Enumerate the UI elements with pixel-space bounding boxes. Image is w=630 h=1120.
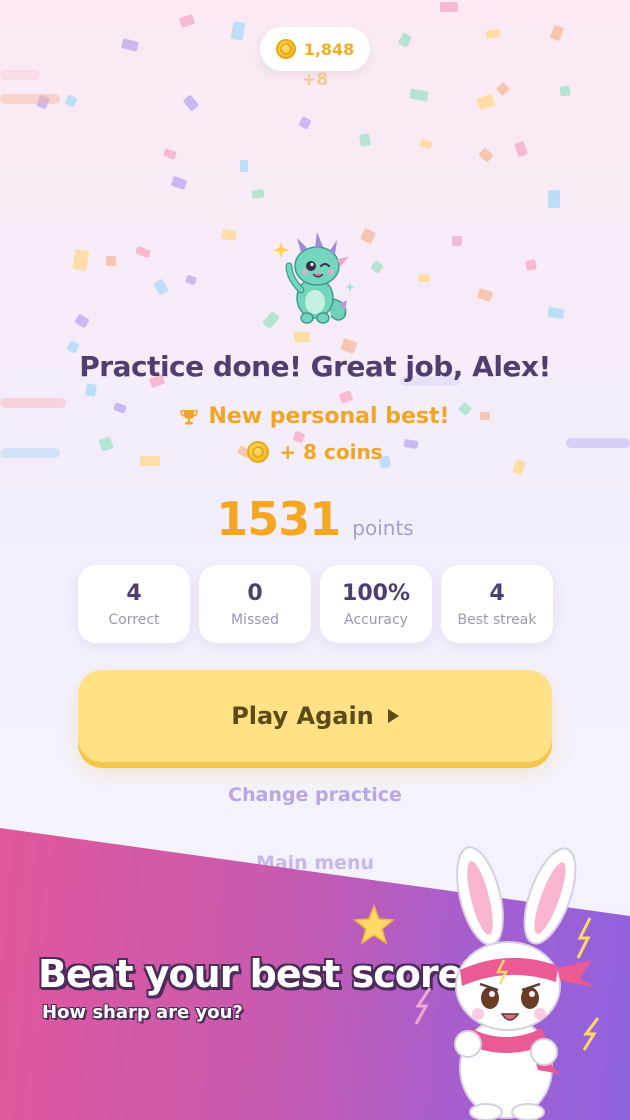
- confetti-piece: [182, 94, 200, 112]
- confetti-piece: [525, 259, 537, 271]
- confetti-piece: [547, 306, 565, 320]
- confetti-piece: [476, 287, 494, 303]
- stat-label: Best streak: [457, 611, 537, 628]
- confetti-piece: [64, 94, 78, 108]
- confetti-piece: [409, 88, 429, 102]
- bunny-mascot-image: [410, 838, 620, 1120]
- confetti-piece: [338, 390, 354, 404]
- confetti-piece: [549, 24, 565, 42]
- play-again-label: Play Again: [231, 702, 374, 730]
- confetti-piece: [359, 133, 371, 147]
- stat-card-best-streak: 4 Best streak: [441, 565, 553, 643]
- coin-icon: [247, 441, 270, 463]
- confetti-piece: [135, 245, 151, 259]
- confetti-piece: [120, 38, 140, 52]
- confetti-piece: [559, 85, 571, 97]
- confetti-piece: [184, 274, 198, 286]
- speed-streak: [0, 70, 40, 80]
- confetti-piece: [170, 175, 188, 191]
- confetti-piece: [478, 147, 494, 163]
- stat-value: 0: [247, 580, 263, 606]
- stat-value: 4: [126, 580, 142, 606]
- confetti-piece: [513, 140, 529, 158]
- confetti-piece: [230, 21, 246, 41]
- confetti-piece: [178, 13, 196, 29]
- confetti-piece: [397, 32, 413, 48]
- confetti-piece: [221, 228, 237, 242]
- confetti-piece: [162, 148, 178, 160]
- confetti-piece: [72, 248, 90, 272]
- confetti-piece: [452, 236, 462, 246]
- personal-best-label: New personal best!: [208, 404, 450, 429]
- confetti-piece: [240, 160, 248, 172]
- coin-icon: [275, 39, 296, 59]
- play-arrow-icon: [387, 709, 399, 723]
- confetti-piece: [298, 116, 312, 130]
- confetti-piece: [106, 256, 116, 266]
- points-label: points: [352, 516, 414, 540]
- banner-subtitle: How sharp are you?: [42, 1002, 243, 1023]
- confetti-piece: [440, 2, 458, 12]
- confetti-piece: [418, 274, 430, 282]
- star-icon: [352, 903, 396, 947]
- personal-best-row: New personal best!: [0, 404, 630, 429]
- coin-gain-label: +8: [301, 70, 329, 90]
- dragon-mascot-image: [265, 220, 365, 330]
- confetti-piece: [153, 278, 169, 296]
- speed-streak: [0, 94, 60, 104]
- stat-value: 100%: [342, 580, 410, 606]
- stat-label: Missed: [230, 611, 280, 628]
- confetti-piece: [36, 94, 50, 110]
- confetti-piece: [418, 138, 434, 150]
- trophy-icon: [180, 408, 199, 426]
- stat-label: Correct: [108, 611, 160, 628]
- stat-label: Accuracy: [344, 611, 408, 628]
- change-practice-link[interactable]: Change practice: [0, 784, 630, 806]
- points-display: 1531 points: [0, 492, 630, 546]
- confetti-piece: [548, 190, 560, 208]
- confetti-piece: [251, 189, 265, 199]
- stat-value: 4: [489, 580, 505, 606]
- play-again-button[interactable]: Play Again: [78, 670, 552, 762]
- confetti-piece: [369, 259, 385, 275]
- result-title: Practice done! Great job, Alex!: [79, 350, 551, 383]
- stats-row: 4 Correct 0 Missed 100% Accuracy 4 Best …: [78, 565, 553, 643]
- confetti-piece: [74, 313, 90, 329]
- coin-balance-value: 1,848: [303, 39, 355, 59]
- stat-card-correct: 4 Correct: [78, 565, 190, 643]
- confetti-piece: [485, 28, 501, 40]
- points-value: 1531: [216, 492, 341, 546]
- stat-card-accuracy: 100% Accuracy: [320, 565, 432, 643]
- coins-earned-row: + 8 coins: [0, 440, 630, 464]
- confetti-piece: [294, 332, 310, 342]
- stat-card-missed: 0 Missed: [199, 565, 311, 643]
- coins-earned-label: + 8 coins: [279, 440, 383, 464]
- confetti-piece: [476, 93, 496, 111]
- coin-balance-pill: 1,848: [260, 27, 370, 71]
- confetti-piece: [495, 81, 511, 97]
- confetti-piece: [85, 383, 97, 397]
